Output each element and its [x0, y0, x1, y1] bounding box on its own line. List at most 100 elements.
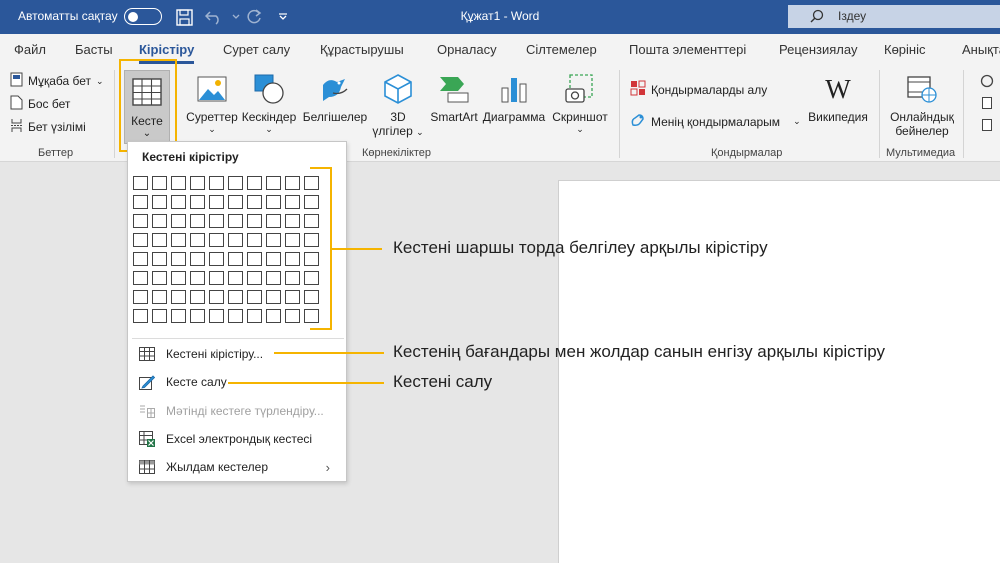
grid-cell[interactable]	[247, 271, 262, 285]
grid-cell[interactable]	[285, 233, 300, 247]
grid-cell[interactable]	[209, 271, 224, 285]
grid-cell[interactable]	[152, 176, 167, 190]
tab-file[interactable]: Файл	[14, 42, 46, 57]
grid-cell[interactable]	[171, 309, 186, 323]
grid-cell[interactable]	[190, 214, 205, 228]
icons-button[interactable]: Белгішелер	[299, 72, 371, 124]
grid-cell[interactable]	[266, 214, 281, 228]
grid-cell[interactable]	[133, 309, 148, 323]
grid-cell[interactable]	[247, 195, 262, 209]
grid-cell[interactable]	[133, 214, 148, 228]
online-video-button[interactable]: Онлайндық бейнелер	[884, 72, 960, 138]
grid-cell[interactable]	[209, 309, 224, 323]
get-addins-button[interactable]: Қондырмаларды алу	[630, 80, 767, 99]
grid-cell[interactable]	[228, 290, 243, 304]
grid-cell[interactable]	[171, 176, 186, 190]
chart-button[interactable]: Диаграмма	[482, 72, 546, 124]
grid-cell[interactable]	[209, 176, 224, 190]
tab-home[interactable]: Басты	[75, 42, 113, 57]
grid-cell[interactable]	[247, 252, 262, 266]
grid-cell[interactable]	[266, 252, 281, 266]
grid-cell[interactable]	[247, 214, 262, 228]
blank-page-button[interactable]: Бос бет	[10, 95, 70, 113]
grid-cell[interactable]	[285, 252, 300, 266]
grid-cell[interactable]	[152, 195, 167, 209]
grid-cell[interactable]	[266, 195, 281, 209]
smartart-button[interactable]: SmartArt	[426, 72, 482, 124]
grid-cell[interactable]	[133, 195, 148, 209]
3d-models-button[interactable]: 3D үлгілер ⌄	[372, 72, 424, 138]
grid-cell[interactable]	[190, 233, 205, 247]
grid-cell[interactable]	[190, 271, 205, 285]
tab-draw[interactable]: Сурет салу	[223, 42, 290, 57]
grid-cell[interactable]	[190, 290, 205, 304]
quick-tables-item[interactable]: Жылдам кестелер ›	[138, 459, 338, 475]
grid-cell[interactable]	[228, 176, 243, 190]
grid-cell[interactable]	[247, 176, 262, 190]
grid-cell[interactable]	[247, 233, 262, 247]
grid-cell[interactable]	[171, 271, 186, 285]
grid-cell[interactable]	[133, 252, 148, 266]
grid-cell[interactable]	[209, 252, 224, 266]
grid-cell[interactable]	[266, 290, 281, 304]
grid-cell[interactable]	[133, 233, 148, 247]
grid-cell[interactable]	[152, 271, 167, 285]
grid-cell[interactable]	[285, 176, 300, 190]
grid-cell[interactable]	[228, 195, 243, 209]
grid-cell[interactable]	[266, 233, 281, 247]
grid-cell[interactable]	[266, 271, 281, 285]
grid-cell[interactable]	[285, 309, 300, 323]
excel-spreadsheet-item[interactable]: Excel электрондық кестесі	[138, 431, 312, 447]
grid-cell[interactable]	[285, 214, 300, 228]
grid-cell[interactable]	[171, 252, 186, 266]
grid-cell[interactable]	[171, 214, 186, 228]
grid-cell[interactable]	[285, 195, 300, 209]
pictures-button[interactable]: Суреттер ⌄	[184, 72, 240, 135]
my-addins-button[interactable]: Менің қондырмаларым ⌄	[630, 112, 801, 131]
tab-help[interactable]: Анықтама	[962, 42, 1000, 57]
tab-view[interactable]: Көрініс	[884, 42, 926, 57]
cross-reference-icon[interactable]	[982, 119, 992, 134]
grid-cell[interactable]	[228, 252, 243, 266]
page-break-button[interactable]: Бет үзілімі	[10, 118, 86, 136]
grid-cell[interactable]	[171, 233, 186, 247]
grid-cell[interactable]	[190, 252, 205, 266]
grid-cell[interactable]	[190, 176, 205, 190]
tab-design[interactable]: Құрастырушы	[320, 42, 404, 57]
grid-cell[interactable]	[152, 290, 167, 304]
screenshot-button[interactable]: Скриншот ⌄	[548, 72, 612, 135]
grid-cell[interactable]	[190, 195, 205, 209]
grid-cell[interactable]	[152, 233, 167, 247]
grid-cell[interactable]	[209, 214, 224, 228]
shapes-button[interactable]: Кескіндер ⌄	[239, 72, 299, 135]
draw-table-item[interactable]: Кесте салу	[138, 374, 227, 390]
grid-cell[interactable]	[285, 271, 300, 285]
grid-cell[interactable]	[266, 176, 281, 190]
tab-references[interactable]: Сілтемелер	[526, 42, 597, 57]
grid-cell[interactable]	[209, 233, 224, 247]
insert-table-dialog-item[interactable]: Кестені кірістіру...	[138, 346, 263, 362]
tab-review[interactable]: Рецензиялау	[779, 42, 857, 57]
grid-cell[interactable]	[152, 252, 167, 266]
search-box[interactable]: Іздеу	[788, 5, 1000, 28]
cover-page-button[interactable]: Мұқаба бет ⌄	[10, 72, 104, 90]
grid-cell[interactable]	[247, 290, 262, 304]
grid-cell[interactable]	[133, 176, 148, 190]
wikipedia-button[interactable]: W Википедия	[806, 72, 870, 125]
grid-cell[interactable]	[228, 309, 243, 323]
grid-cell[interactable]	[228, 233, 243, 247]
tab-insert[interactable]: Кірістіру	[139, 42, 195, 64]
grid-cell[interactable]	[152, 214, 167, 228]
grid-cell[interactable]	[247, 309, 262, 323]
grid-cell[interactable]	[171, 195, 186, 209]
grid-cell[interactable]	[171, 290, 186, 304]
grid-cell[interactable]	[228, 214, 243, 228]
links-icon[interactable]	[980, 74, 994, 91]
grid-cell[interactable]	[133, 290, 148, 304]
grid-cell[interactable]	[152, 309, 167, 323]
grid-cell[interactable]	[209, 195, 224, 209]
grid-cell[interactable]	[190, 309, 205, 323]
grid-cell[interactable]	[228, 271, 243, 285]
tab-layout[interactable]: Орналасу	[437, 42, 497, 57]
grid-cell[interactable]	[209, 290, 224, 304]
